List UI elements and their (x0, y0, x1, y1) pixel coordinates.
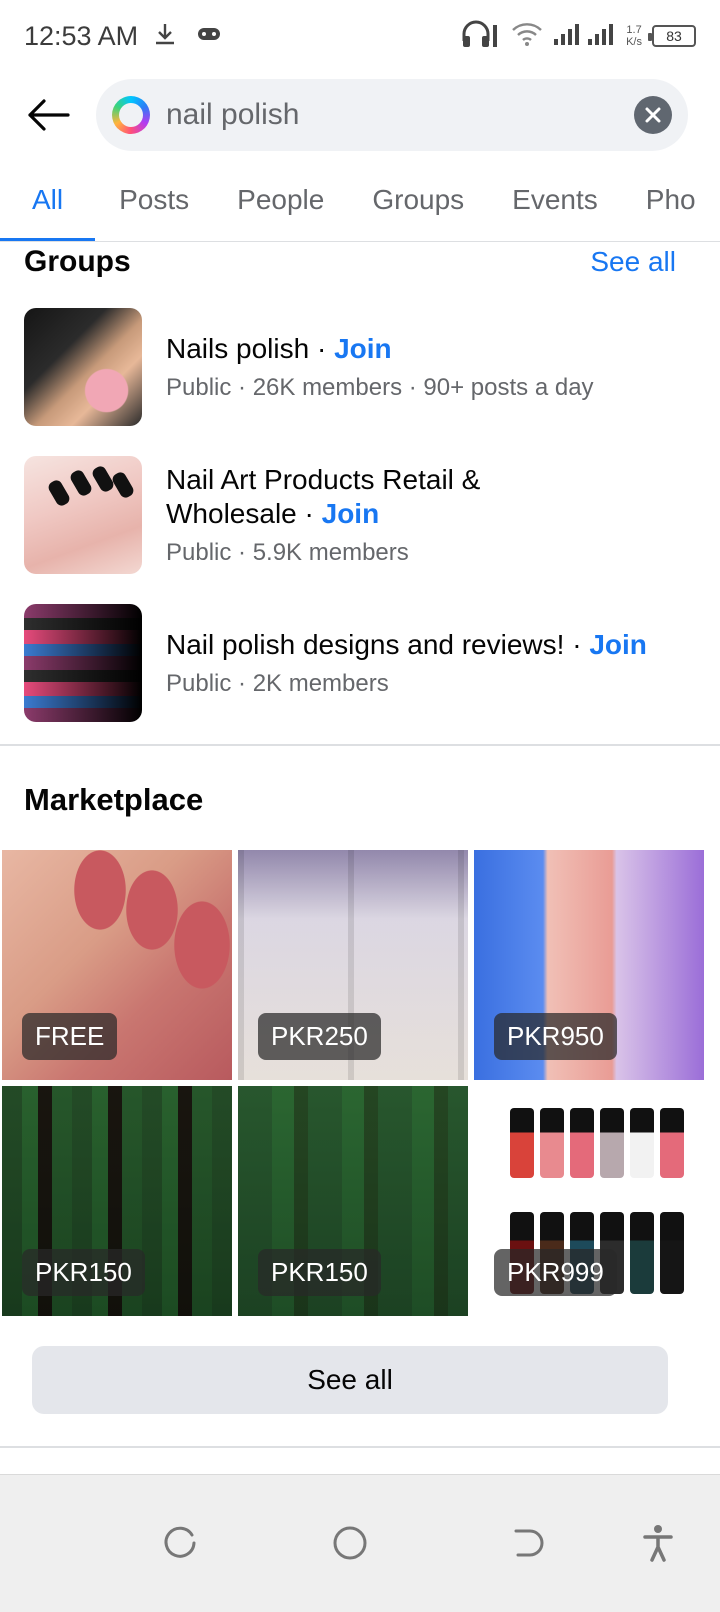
group-name-line: Nail polish designs and reviews! · Join (166, 629, 647, 660)
join-button[interactable]: Join (322, 498, 380, 529)
marketplace-item[interactable]: PKR999 (474, 1086, 704, 1316)
download-icon (152, 21, 178, 52)
marketplace-item[interactable]: PKR950 (474, 850, 704, 1080)
group-name-line: Nail Art Products Retail & Wholesale · J… (166, 464, 481, 529)
section-divider (0, 1446, 720, 1448)
group-meta: Public · 26K members · 90+ posts a day (166, 374, 594, 401)
meta-ai-icon (112, 96, 150, 134)
search-tabs: All Posts People Groups Events Pho (0, 172, 720, 242)
accessibility-button[interactable] (634, 1519, 682, 1567)
status-bar: 12:53 AM 1.7 K/s 83 (0, 0, 720, 72)
back-nav-button[interactable] (502, 1519, 550, 1567)
groups-see-all-link[interactable]: See all (590, 246, 676, 278)
join-button[interactable]: Join (334, 333, 392, 364)
accessibility-icon (643, 1525, 673, 1562)
group-meta: Public · 2K members (166, 670, 389, 697)
tab-groups[interactable]: Groups (348, 172, 488, 241)
home-circle-icon (333, 1526, 367, 1560)
tab-photos[interactable]: Pho (622, 172, 720, 241)
marketplace-item[interactable]: PKR150 (238, 1086, 468, 1316)
battery-level: 83 (666, 28, 682, 44)
signal-icon (554, 21, 616, 52)
group-meta: Public · 5.9K members (166, 539, 409, 566)
section-divider (0, 744, 720, 746)
headphones-icon (460, 19, 500, 54)
search-input[interactable] (166, 98, 634, 132)
group-item[interactable]: Nails polish · Join Public · 26K members… (24, 308, 704, 426)
search-header (0, 78, 720, 152)
tab-people[interactable]: People (213, 172, 348, 241)
back-button[interactable] (20, 87, 76, 143)
group-thumbnail (24, 456, 142, 574)
marketplace-see-all-button[interactable]: See all (32, 1346, 668, 1414)
search-box[interactable] (96, 79, 688, 151)
price-tag: PKR950 (494, 1013, 617, 1060)
marketplace-section-title: Marketplace (24, 782, 204, 817)
tab-all[interactable]: All (0, 172, 96, 241)
marketplace-item[interactable]: FREE (2, 850, 232, 1080)
marketplace-item[interactable]: PKR150 (2, 1086, 232, 1316)
status-time: 12:53 AM (24, 20, 139, 51)
group-name: Nail polish designs and reviews! (166, 629, 565, 660)
recent-apps-icon (164, 1526, 196, 1558)
price-tag: PKR250 (258, 1013, 381, 1060)
group-name-line: Nails polish · Join (166, 333, 392, 364)
tab-posts[interactable]: Posts (95, 172, 213, 241)
group-item[interactable]: Nail polish designs and reviews! · Join … (24, 604, 704, 722)
home-button[interactable] (326, 1519, 374, 1567)
system-nav-bar (0, 1474, 720, 1612)
battery-icon: 83 (648, 25, 696, 47)
back-nav-icon (514, 1529, 544, 1557)
recent-apps-button[interactable] (156, 1519, 204, 1567)
net-speed: 1.7 K/s (626, 24, 642, 48)
price-tag: PKR150 (258, 1249, 381, 1296)
group-name: Nails polish (166, 333, 310, 364)
group-thumbnail (24, 604, 142, 722)
price-tag: PKR150 (22, 1249, 145, 1296)
tab-events[interactable]: Events (488, 172, 622, 241)
groups-section-title: Groups (24, 245, 131, 278)
close-icon (645, 107, 661, 123)
arrow-left-icon (28, 99, 70, 131)
wifi-icon (510, 21, 544, 52)
group-thumbnail (24, 308, 142, 426)
join-button[interactable]: Join (589, 629, 647, 660)
game-controller-icon (196, 24, 222, 49)
marketplace-item[interactable]: PKR250 (238, 850, 468, 1080)
price-tag: FREE (22, 1013, 118, 1060)
group-item[interactable]: Nail Art Products Retail & Wholesale · J… (24, 456, 704, 574)
price-tag: PKR999 (494, 1249, 617, 1296)
marketplace-grid: FREE PKR250 PKR950 PKR150 PKR150 PKR999 (2, 850, 718, 1316)
clear-search-button[interactable] (634, 96, 672, 134)
